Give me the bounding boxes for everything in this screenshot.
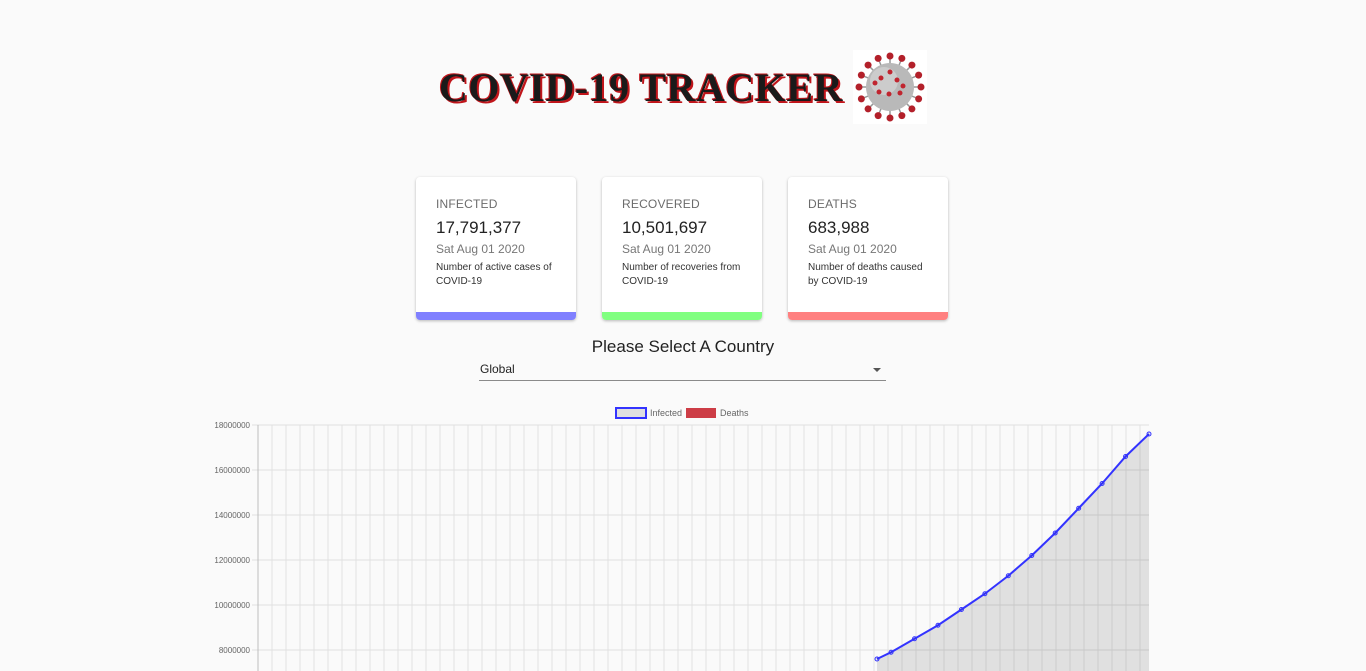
country-select[interactable]: Global (479, 361, 886, 381)
infected-point (888, 649, 894, 655)
country-select-heading: Please Select A Country (591, 337, 775, 356)
infected-point (982, 591, 988, 597)
card-description: Number of deaths caused by COVID-19 (808, 262, 923, 287)
recovered-card: RECOVERED 10,501,697 Sat Aug 01 2020 Num… (602, 177, 762, 320)
card-date: Sat Aug 01 2020 (622, 242, 711, 256)
card-label: RECOVERED (622, 197, 700, 211)
y-tick-label: 18000000 (214, 421, 250, 430)
infected-point (1123, 454, 1129, 459)
app-title: COVID-19 TRACKER (439, 64, 843, 110)
card-date: Sat Aug 01 2020 (436, 242, 525, 256)
legend-label[interactable]: Deaths (720, 408, 749, 418)
infected-point (874, 656, 880, 662)
card-description: Number of recoveries from COVID-19 (622, 262, 741, 287)
infected-point (958, 607, 964, 612)
card-color-bar (602, 312, 762, 320)
y-tick-label: 16000000 (214, 466, 250, 475)
infected-card: INFECTED 17,791,377 Sat Aug 01 2020 Numb… (416, 177, 576, 320)
header: COVID-19 TRACKER (0, 50, 1366, 124)
coronavirus-logo-icon (852, 50, 927, 124)
cases-line-chart: Infected Deaths 1800000016000000140000001… (214, 407, 1152, 671)
infected-point (1052, 530, 1058, 536)
country-select-value: Global (480, 362, 515, 376)
y-axis: 18000000 16000000 14000000 12000000 10000000… (214, 421, 259, 671)
y-tick-label: 12000000 (214, 556, 250, 565)
card-value: 10,501,697 (622, 218, 708, 237)
legend-label[interactable]: Infected (650, 408, 682, 418)
dropdown-arrow-icon (873, 368, 881, 372)
page: COVID-19 TRACKER INFECTED 17,791,377 Sat… (0, 0, 1366, 671)
infected-point (912, 636, 918, 642)
card-value: 17,791,377 (436, 218, 522, 237)
card-value: 683,988 (808, 218, 870, 237)
card-label: DEATHS (808, 197, 857, 211)
infected-point (1146, 431, 1152, 437)
legend-swatch-0[interactable] (615, 407, 647, 419)
y-tick-label: 14000000 (214, 511, 250, 520)
chart-legend: Infected Deaths (615, 407, 749, 419)
infected-point (1029, 553, 1035, 558)
infected-point (935, 622, 941, 628)
infected-point (1076, 505, 1082, 511)
card-color-bar (788, 312, 948, 320)
y-tick-label: 10000000 (214, 601, 250, 610)
stat-cards: INFECTED 17,791,377 Sat Aug 01 2020 Numb… (416, 177, 948, 320)
infected-point (1005, 573, 1011, 579)
deaths-card: DEATHS 683,988 Sat Aug 01 2020 Number of… (788, 177, 948, 320)
infected-point (1099, 481, 1105, 486)
card-description: Number of active cases of COVID-19 (436, 262, 552, 287)
card-label: INFECTED (436, 197, 498, 211)
y-tick-label: 8000000 (219, 646, 251, 655)
legend-swatch-1[interactable] (686, 408, 716, 418)
card-color-bar (416, 312, 576, 320)
card-date: Sat Aug 01 2020 (808, 242, 897, 256)
